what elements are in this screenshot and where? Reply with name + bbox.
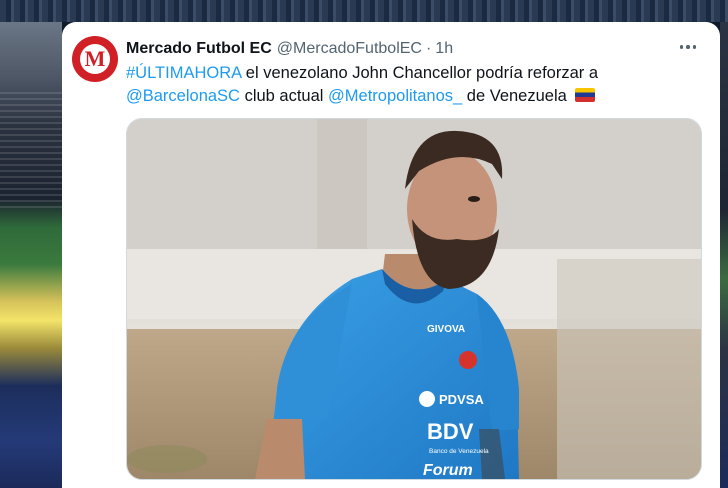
stadium-right-edge — [720, 22, 728, 488]
pdvsa-logo-icon — [419, 391, 435, 407]
tweet-timestamp[interactable]: 1h — [435, 40, 453, 58]
tweet-text-segment-3: de Venezuela — [462, 87, 572, 105]
sponsor-pdvsa: PDVSA — [439, 392, 484, 407]
hashtag-link[interactable]: #ÚLTIMAHORA — [126, 64, 241, 82]
mention-metropolitanos[interactable]: @Metropolitanos_ — [328, 87, 462, 105]
player-photo: GIVOVA PDVSA BDV Banco de Venezuela Foru… — [127, 119, 701, 479]
user-handle[interactable]: @MercadoFutbolEC — [277, 40, 422, 58]
tweet-media-photo[interactable]: GIVOVA PDVSA BDV Banco de Venezuela Foru… — [126, 118, 702, 480]
tweet-text-segment-2: club actual — [239, 87, 329, 105]
sponsor-forum: Forum — [423, 462, 473, 479]
sponsor-bdv: BDV — [427, 419, 474, 444]
avatar[interactable]: M — [72, 36, 118, 82]
crest-icon — [459, 351, 477, 369]
avatar-letter: M — [80, 44, 110, 74]
mention-barcelonasc[interactable]: @BarcelonaSC — [126, 87, 240, 105]
stadium-field-left — [0, 22, 62, 488]
jersey-brand-text: GIVOVA — [427, 324, 465, 335]
display-name[interactable]: Mercado Futbol EC — [126, 40, 272, 58]
tweet-header: Mercado Futbol EC @MercadoFutbolEC · 1h — [126, 38, 453, 60]
more-options-icon[interactable] — [676, 36, 700, 58]
stadium-stands-top — [0, 0, 728, 22]
tweet-text: #ÚLTIMAHORA el venezolano John Chancello… — [126, 62, 706, 108]
sponsor-bdv-subtitle: Banco de Venezuela — [429, 448, 489, 455]
separator-dot: · — [425, 40, 432, 57]
venezuela-flag-icon — [575, 88, 596, 102]
tweet-card[interactable]: M Mercado Futbol EC @MercadoFutbolEC · 1… — [62, 22, 720, 488]
tweet-text-segment-1: el venezolano John Chancellor podría ref… — [241, 64, 599, 82]
